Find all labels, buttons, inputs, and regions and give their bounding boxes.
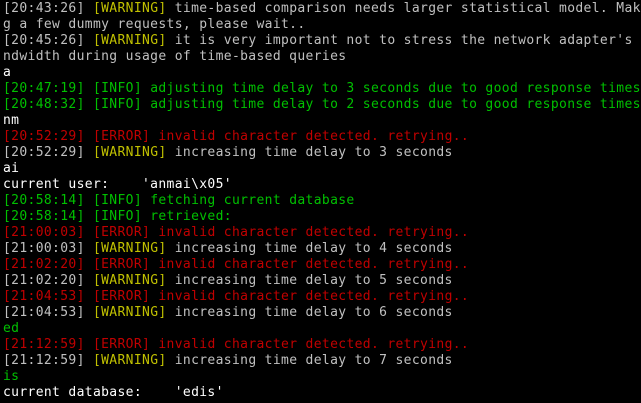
terminal-line: ndwidth during usage of time-based queri… (3, 49, 641, 65)
terminal-text-segment: [ERROR] (92, 289, 151, 304)
terminal-text-segment: time-based comparison needs larger stati… (166, 1, 641, 16)
terminal-line: [20:48:32] [INFO] adjusting time delay t… (3, 97, 641, 113)
terminal-line: g a few dummy requests, please wait.. (3, 17, 641, 33)
terminal-text-segment: [20:45:26] (3, 33, 93, 48)
terminal-window[interactable]: [20:43:26] [WARNING] time-based comparis… (0, 0, 641, 403)
terminal-line: [20:52:29] [ERROR] invalid character det… (3, 129, 641, 145)
terminal-line: [20:45:26] [WARNING] it is very importan… (3, 33, 641, 49)
terminal-text-segment: adjusting time delay to 3 seconds due to… (142, 81, 641, 96)
terminal-text-segment: [INFO] (92, 81, 143, 96)
terminal-line: [21:00:03] [WARNING] increasing time del… (3, 241, 641, 257)
terminal-text-segment: [ERROR] (92, 257, 151, 272)
terminal-text-segment: g a few dummy requests, please wait.. (3, 17, 306, 32)
terminal-line: [21:04:53] [ERROR] invalid character det… (3, 289, 641, 305)
terminal-text-segment: increasing time delay to 3 seconds (166, 145, 453, 160)
terminal-text-segment: [21:04:53] (3, 289, 93, 304)
terminal-text-segment: invalid character detected. retrying.. (150, 337, 470, 352)
terminal-text-segment: [20:47:19] (3, 81, 93, 96)
terminal-line: is (3, 369, 641, 385)
terminal-text-segment: [WARNING] (92, 145, 167, 160)
terminal-line: nm (3, 113, 641, 129)
terminal-text-segment: invalid character detected. retrying.. (150, 257, 470, 272)
terminal-text-segment: [21:04:53] (3, 305, 93, 320)
terminal-text-segment: [WARNING] (92, 273, 167, 288)
terminal-text-segment: [WARNING] (92, 1, 167, 16)
terminal-line: a (3, 65, 641, 81)
terminal-line: [21:12:59] [ERROR] invalid character det… (3, 337, 641, 353)
terminal-line: [21:02:20] [ERROR] invalid character det… (3, 257, 641, 273)
terminal-text-segment: current database: 'edis' (3, 385, 224, 400)
terminal-text-segment: fetching current database (142, 193, 355, 208)
terminal-line: current database: 'edis' (3, 385, 641, 401)
terminal-line: ed (3, 321, 641, 337)
terminal-text-segment: ndwidth during usage of time-based queri… (3, 49, 347, 64)
terminal-line: [21:12:59] [WARNING] increasing time del… (3, 353, 641, 369)
terminal-line: [21:00:03] [ERROR] invalid character det… (3, 225, 641, 241)
terminal-output: [20:43:26] [WARNING] time-based comparis… (0, 0, 641, 401)
terminal-text-segment: [21:00:03] (3, 241, 93, 256)
terminal-text-segment: [21:00:03] (3, 225, 93, 240)
terminal-text-segment: [21:12:59] (3, 353, 93, 368)
terminal-text-segment: [21:02:20] (3, 257, 93, 272)
terminal-line: [20:43:26] [WARNING] time-based comparis… (3, 1, 641, 17)
terminal-line: [21:02:20] [WARNING] increasing time del… (3, 273, 641, 289)
terminal-text-segment: [20:43:26] (3, 1, 93, 16)
terminal-text-segment: invalid character detected. retrying.. (150, 225, 470, 240)
terminal-text-segment: increasing time delay to 6 seconds (166, 305, 453, 320)
terminal-line: [21:04:53] [WARNING] increasing time del… (3, 305, 641, 321)
terminal-line: current user: 'anmai\x05' (3, 177, 641, 193)
terminal-text-segment: adjusting time delay to 2 seconds due to… (142, 97, 641, 112)
terminal-line: [20:47:19] [INFO] adjusting time delay t… (3, 81, 641, 97)
terminal-text-segment: [INFO] (92, 193, 143, 208)
terminal-text-segment: ed (3, 321, 20, 336)
terminal-text-segment: [20:52:29] (3, 129, 93, 144)
terminal-text-segment: [ERROR] (92, 129, 151, 144)
terminal-text-segment: [INFO] (92, 97, 143, 112)
terminal-text-segment: it is very important not to stress the n… (166, 33, 641, 48)
terminal-text-segment: is (3, 369, 20, 384)
terminal-line: [20:58:14] [INFO] fetching current datab… (3, 193, 641, 209)
terminal-text-segment: [WARNING] (92, 33, 167, 48)
terminal-text-segment: increasing time delay to 7 seconds (166, 353, 453, 368)
terminal-text-segment: a (3, 65, 12, 80)
terminal-text-segment: [20:48:32] (3, 97, 93, 112)
terminal-text-segment: [20:52:29] (3, 145, 93, 160)
terminal-text-segment: current user: 'anmai\x05' (3, 177, 232, 192)
terminal-text-segment: [20:58:14] (3, 209, 93, 224)
terminal-line: ai (3, 161, 641, 177)
terminal-line: [20:58:14] [INFO] retrieved: (3, 209, 641, 225)
terminal-text-segment: invalid character detected. retrying.. (150, 129, 470, 144)
terminal-text-segment: increasing time delay to 4 seconds (166, 241, 453, 256)
terminal-text-segment: [WARNING] (92, 241, 167, 256)
terminal-text-segment: invalid character detected. retrying.. (150, 289, 470, 304)
terminal-text-segment: [20:58:14] (3, 193, 93, 208)
terminal-text-segment: [21:12:59] (3, 337, 93, 352)
terminal-text-segment: increasing time delay to 5 seconds (166, 273, 453, 288)
terminal-text-segment: [21:02:20] (3, 273, 93, 288)
terminal-text-segment: ai (3, 161, 20, 176)
terminal-text-segment: [WARNING] (92, 305, 167, 320)
terminal-text-segment: [WARNING] (92, 353, 167, 368)
terminal-text-segment: [ERROR] (92, 225, 151, 240)
terminal-text-segment: nm (3, 113, 20, 128)
terminal-text-segment: [ERROR] (92, 337, 151, 352)
terminal-text-segment: retrieved: (142, 209, 232, 224)
terminal-line: [20:52:29] [WARNING] increasing time del… (3, 145, 641, 161)
terminal-text-segment: [INFO] (92, 209, 143, 224)
